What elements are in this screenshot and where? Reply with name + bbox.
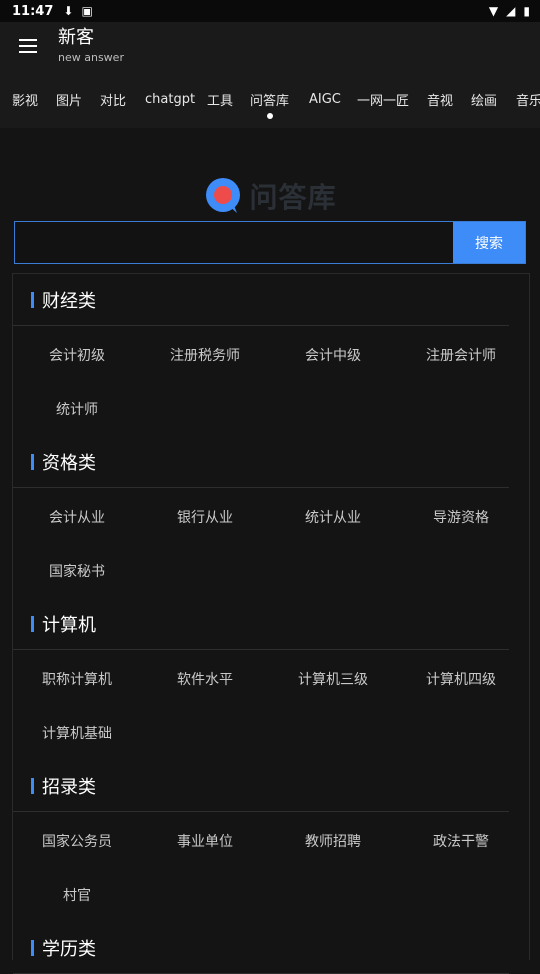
tab-item[interactable]: chatgpt xyxy=(145,70,195,128)
app-title: 新客 xyxy=(58,27,94,48)
section-title: 招录类 xyxy=(42,776,96,798)
category-item[interactable]: 会计中级 xyxy=(269,328,397,382)
section-marker xyxy=(31,939,34,956)
tab-item[interactable]: AIGC xyxy=(309,70,341,128)
category-item[interactable]: 统计师 xyxy=(13,382,141,436)
category-item[interactable]: 导游资格 xyxy=(397,490,525,544)
logo: 问答库 xyxy=(0,176,540,216)
qa-logo-icon xyxy=(203,176,243,216)
section-recruitment: 招录类 国家公务员 事业单位 教师招聘 政法干警 村官 xyxy=(13,760,529,922)
category-item[interactable]: 国家公务员 xyxy=(13,814,141,868)
battery-icon: ▮ xyxy=(523,4,530,18)
tab-item-active[interactable]: 问答库 xyxy=(250,70,289,128)
section-finance: 财经类 会计初级 注册税务师 会计中级 注册会计师 统计师 xyxy=(13,274,529,436)
tab-item[interactable]: 图片 xyxy=(56,70,82,128)
category-tabs: 影视 图片 对比 chatgpt 工具 问答库 AIGC 一网一匠 音视 绘画 … xyxy=(0,70,540,128)
section-qualification: 资格类 会计从业 银行从业 统计从业 导游资格 国家秘书 xyxy=(13,436,529,598)
download-icon: ⬇ xyxy=(63,4,74,18)
category-item[interactable]: 事业单位 xyxy=(141,814,269,868)
category-item[interactable]: 注册税务师 xyxy=(141,328,269,382)
category-item[interactable]: 教师招聘 xyxy=(269,814,397,868)
tab-item[interactable]: 绘画 xyxy=(471,70,497,128)
category-item[interactable]: 职称计算机 xyxy=(13,652,141,706)
category-item[interactable]: 村官 xyxy=(13,868,141,922)
category-item[interactable]: 统计从业 xyxy=(269,490,397,544)
category-item[interactable]: 计算机基础 xyxy=(13,706,141,760)
status-bar: 11:47 ⬇ ▣ ▼ ◢ ▮ xyxy=(0,0,540,22)
tab-item[interactable]: 工具 xyxy=(207,70,233,128)
category-item[interactable]: 政法干警 xyxy=(397,814,525,868)
category-panel: 财经类 会计初级 注册税务师 会计中级 注册会计师 统计师 资格类 会计从业 银… xyxy=(12,273,530,974)
hamburger-menu-icon[interactable] xyxy=(14,32,42,60)
section-marker xyxy=(31,777,34,794)
logo-text: 问答库 xyxy=(249,181,337,214)
section-marker xyxy=(31,615,34,632)
notification-icon: ▣ xyxy=(81,4,93,18)
tab-item[interactable]: 音乐 xyxy=(516,70,540,128)
category-item[interactable]: 注册会计师 xyxy=(397,328,525,382)
tab-item[interactable]: 影视 xyxy=(12,70,38,128)
category-item[interactable]: 会计初级 xyxy=(13,328,141,382)
section-computer: 计算机 职称计算机 软件水平 计算机三级 计算机四级 计算机基础 xyxy=(13,598,529,760)
search-bar: 搜索 xyxy=(14,221,526,264)
search-input[interactable] xyxy=(15,222,453,263)
category-item[interactable]: 计算机三级 xyxy=(269,652,397,706)
category-item[interactable]: 软件水平 xyxy=(141,652,269,706)
section-marker xyxy=(31,291,34,308)
tab-item[interactable]: 一网一匠 xyxy=(357,70,409,128)
section-title: 学历类 xyxy=(42,938,96,960)
wifi-icon: ▼ xyxy=(488,4,499,18)
section-title: 财经类 xyxy=(42,290,96,312)
tab-item[interactable]: 音视 xyxy=(427,70,453,128)
section-title: 计算机 xyxy=(42,614,96,636)
active-tab-indicator xyxy=(266,112,273,119)
app-subtitle: new answer xyxy=(58,51,124,64)
category-item[interactable]: 国家秘书 xyxy=(13,544,141,598)
tab-item[interactable]: 对比 xyxy=(100,70,126,128)
app-bar: 新客 new answer xyxy=(0,22,540,70)
category-item[interactable]: 计算机四级 xyxy=(397,652,525,706)
section-education: 学历类 xyxy=(13,922,529,974)
category-item[interactable]: 会计从业 xyxy=(13,490,141,544)
search-button[interactable]: 搜索 xyxy=(453,222,525,263)
signal-icon: ◢ xyxy=(506,4,516,18)
section-title: 资格类 xyxy=(42,452,96,474)
status-time: 11:47 xyxy=(12,3,54,19)
section-marker xyxy=(31,453,34,470)
category-item[interactable]: 银行从业 xyxy=(141,490,269,544)
